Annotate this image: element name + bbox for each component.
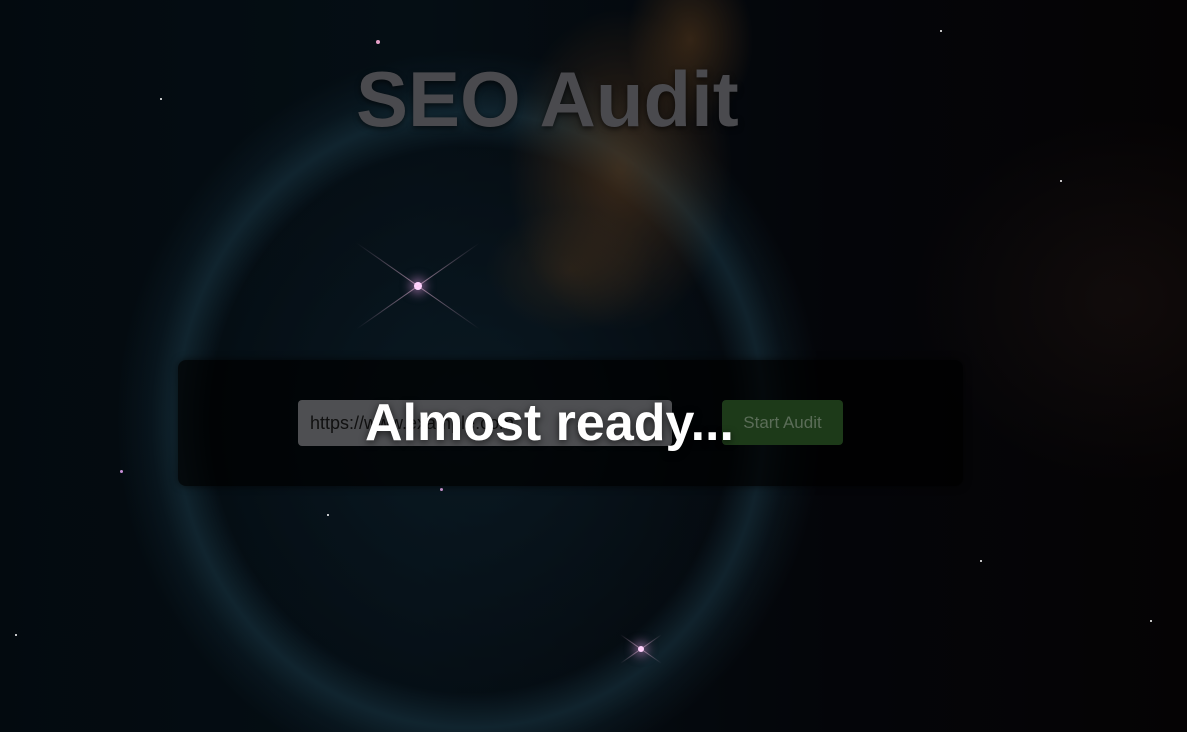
star-icon xyxy=(160,98,162,100)
star-icon xyxy=(440,488,443,491)
star-icon xyxy=(1150,620,1152,622)
star-icon xyxy=(376,40,380,44)
star-icon xyxy=(327,514,329,516)
star-icon xyxy=(120,470,123,473)
page-title: SEO Audit xyxy=(356,55,739,143)
star-icon xyxy=(980,560,982,562)
star-icon xyxy=(15,634,17,636)
start-audit-button[interactable]: Start Audit xyxy=(722,400,843,445)
star-flare-icon xyxy=(638,646,644,652)
loading-message: Almost ready... xyxy=(365,394,734,452)
star-icon xyxy=(940,30,942,32)
page: SEO Audit Start Audit Almost ready... xyxy=(0,0,1187,732)
star-icon xyxy=(1060,180,1062,182)
star-flare-icon xyxy=(414,282,422,290)
